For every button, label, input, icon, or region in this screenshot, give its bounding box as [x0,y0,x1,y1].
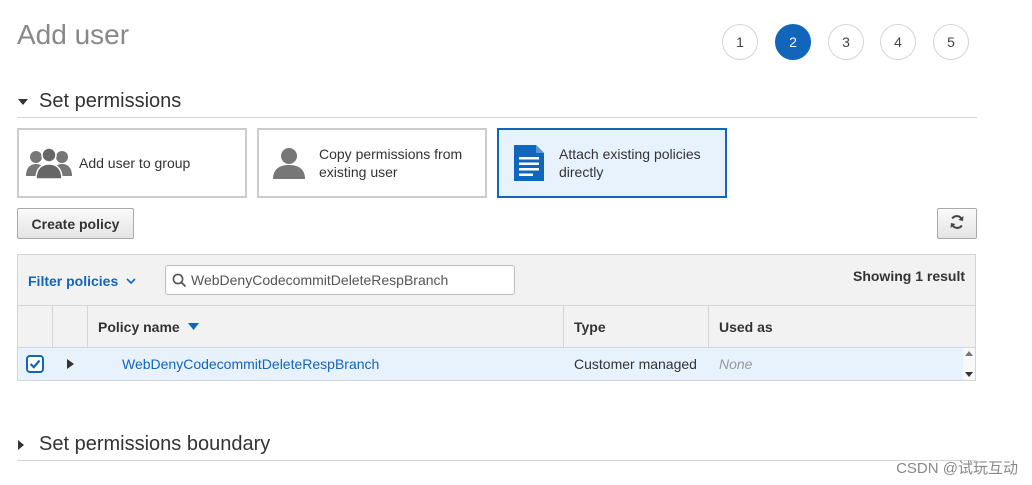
page-title: Add user [17,19,130,50]
chevron-down-icon [126,277,136,285]
users-group-icon [19,146,79,180]
step-2[interactable]: 2 [775,24,811,60]
table-toolbar: Filter policies Showing 1 result [18,255,975,306]
refresh-icon [949,214,965,233]
search-icon [172,273,187,288]
column-header-used-as[interactable]: Used as [709,306,975,347]
column-header-policy-name[interactable]: Policy name [88,306,564,347]
expand-row-icon[interactable] [67,348,74,380]
search-box [165,265,515,295]
document-icon [499,145,559,181]
watermark: CSDN @试玩互动 [896,460,1018,477]
create-policy-button[interactable]: Create policy [17,208,134,239]
option-add-user-to-group[interactable]: Add user to group [17,128,247,198]
sort-desc-icon [187,323,199,330]
step-1[interactable]: 1 [722,24,758,60]
set-permissions-header[interactable]: Set permissions [17,86,977,118]
option-label: Attach existing policies directly [559,146,701,180]
option-label: Copy permissions from existing user [319,146,463,180]
policy-type: Customer managed [574,356,697,372]
option-attach-policies[interactable]: Attach existing policies directly [497,128,727,198]
user-icon [259,147,319,179]
filter-policies-label: Filter policies [28,273,119,289]
policies-table: Filter policies Showing 1 result Policy … [17,254,976,381]
policy-used-as: None [719,356,753,372]
set-permissions-heading: Set permissions [39,90,182,112]
step-3[interactable]: 3 [828,24,864,60]
step-5[interactable]: 5 [933,24,969,60]
step-4[interactable]: 4 [880,24,916,60]
set-permissions-boundary-header[interactable]: Set permissions boundary [17,429,977,461]
policy-name-link[interactable]: WebDenyCodecommitDeleteRespBranch [122,348,379,380]
column-header-type[interactable]: Type [564,306,709,347]
search-input[interactable] [191,272,501,288]
refresh-button[interactable] [937,208,977,239]
table-header: Policy name Type Used as [18,306,975,348]
filter-policies-dropdown[interactable]: Filter policies [28,273,136,289]
caret-down-icon [17,98,39,106]
column-header-label: Policy name [98,318,180,335]
table-scrollbar[interactable] [963,348,975,380]
scroll-down-icon[interactable] [965,372,973,377]
row-checkbox[interactable] [26,348,44,380]
caret-right-icon [17,439,39,451]
table-row[interactable]: WebDenyCodecommitDeleteRespBranch Custom… [18,348,963,380]
result-count: Showing 1 result [852,268,965,284]
expand-column-header [53,306,88,347]
option-label: Add user to group [79,155,191,171]
scroll-up-icon[interactable] [965,351,973,356]
select-column-header [18,306,53,347]
option-copy-permissions[interactable]: Copy permissions from existing user [257,128,487,198]
set-permissions-boundary-heading: Set permissions boundary [39,433,271,455]
